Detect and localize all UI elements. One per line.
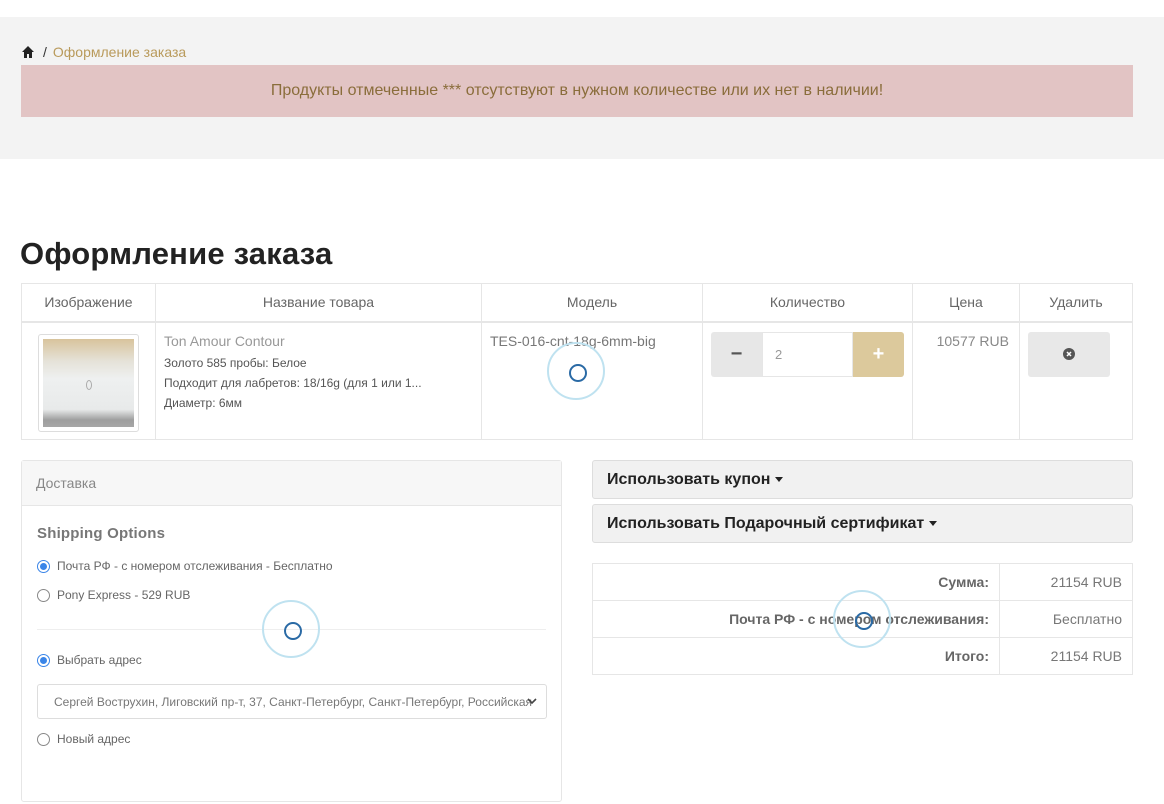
col-model: Модель [481,283,703,323]
breadcrumb: / Оформление заказа [21,43,186,61]
address-new-label: Новый адрес [57,732,131,746]
remove-cell [1019,321,1133,440]
subtotal-label: Сумма: [592,563,1000,601]
total-value: 21154 RUB [999,637,1133,675]
product-option: Подходит для лабретов: 18/16g (для 1 или… [164,375,422,390]
product-name-cell: Ton Amour Contour Золото 585 пробы: Бело… [155,321,482,440]
col-remove: Удалить [1019,283,1133,323]
shipping-option-label: Pony Express - 529 RUB [57,588,191,602]
col-name: Название товара [155,283,482,323]
subtotal-value: 21154 RUB [999,563,1133,601]
radio-selected-icon[interactable] [37,653,50,667]
shipping-option-label: Почта РФ - с номером отслеживания - Бесп… [57,559,333,573]
loading-spinner-icon [547,342,605,400]
loading-spinner-icon [833,590,891,648]
address-existing-label: Выбрать адрес [57,653,142,667]
cart-header-row: Изображение Название товара Модель Колич… [21,283,1133,323]
address-select[interactable]: Сергей Вострухин, Лиговский пр-т, 37, Са… [37,684,547,719]
product-image [43,338,134,427]
breadcrumb-separator: / [43,44,47,60]
shipping-option-russian-post[interactable]: Почта РФ - с номером отслеживания - Бесп… [37,559,333,573]
address-select-value: Сергей Вострухин, Лиговский пр-т, 37, Са… [54,694,533,709]
home-icon[interactable] [21,45,35,59]
alert-text: Продукты отмеченные *** отсутствуют в ну… [270,82,884,99]
shipping-cost-value: Бесплатно [999,600,1133,638]
col-quantity: Количество [702,283,913,323]
address-new-option[interactable]: Новый адрес [37,732,130,746]
coupon-accordion-toggle[interactable]: Использовать купон [592,460,1133,499]
page-title: Оформление заказа [20,236,333,271]
col-price: Цена [912,283,1020,323]
quantity-stepper: − 2 + [711,331,904,377]
loading-spinner-icon [262,600,320,658]
shipping-panel-heading: Доставка [22,461,561,506]
coupon-label: Использовать купон [607,470,771,488]
address-existing-option[interactable]: Выбрать адрес [37,653,142,667]
product-image-cell [21,321,156,440]
shipping-option-pony-express[interactable]: Pony Express - 529 RUB [37,588,190,602]
product-option: Золото 585 пробы: Белое [164,355,307,370]
product-price: 10577 RUB [912,321,1020,440]
shipping-cost-label: Почта РФ - с номером отслеживания: [592,600,1000,638]
remove-item-button[interactable] [1028,331,1110,377]
radio-icon[interactable] [37,588,50,602]
close-circle-icon [1063,348,1075,360]
breadcrumb-current[interactable]: Оформление заказа [53,44,186,60]
product-option: Диаметр: 6мм [164,395,243,410]
product-name-link[interactable]: Ton Amour Contour [164,333,473,349]
chevron-down-icon [527,698,537,705]
quantity-increase-button[interactable]: + [853,331,904,377]
quantity-cell: − 2 + [702,321,913,440]
radio-icon[interactable] [37,732,50,746]
shipping-options-title: Shipping Options [37,525,166,542]
caret-down-icon [929,521,938,526]
radio-selected-icon[interactable] [37,559,50,573]
gift-certificate-label: Использовать Подарочный сертификат [607,514,925,532]
quantity-input[interactable]: 2 [762,331,853,377]
caret-down-icon [775,477,784,482]
quantity-decrease-button[interactable]: − [711,331,762,377]
total-label: Итого: [592,637,1000,675]
gift-certificate-accordion-toggle[interactable]: Использовать Подарочный сертификат [592,504,1133,543]
product-thumbnail[interactable] [38,333,139,432]
stock-warning-alert: Продукты отмеченные *** отсутствуют в ну… [21,65,1133,117]
col-image: Изображение [21,283,156,323]
